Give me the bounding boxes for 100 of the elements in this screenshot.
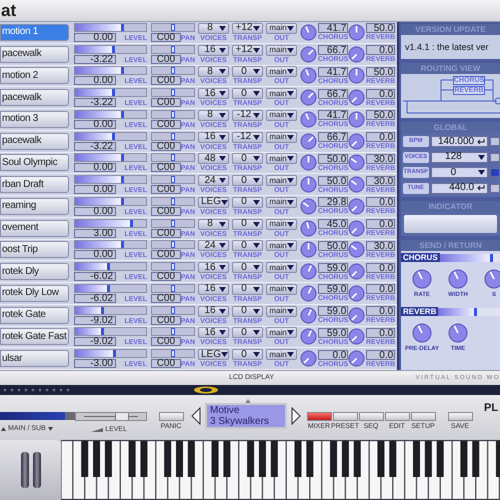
- knob[interactable]: [300, 284, 317, 302]
- pan-thumb[interactable]: [171, 67, 175, 74]
- knob[interactable]: [300, 198, 317, 215]
- out-dropdown[interactable]: main: [266, 22, 297, 34]
- pan-slider[interactable]: [151, 153, 195, 162]
- channel-name-button[interactable]: rban Draft: [0, 176, 69, 194]
- voices-dropdown[interactable]: 8: [198, 110, 229, 121]
- out-dropdown[interactable]: main: [266, 349, 297, 360]
- channel-name-button[interactable]: rotek Dly Low: [0, 284, 69, 302]
- voices-dropdown[interactable]: 16: [198, 284, 229, 295]
- out-dropdown[interactable]: main: [266, 327, 297, 338]
- pan-thumb[interactable]: [171, 350, 175, 358]
- pan-slider[interactable]: [151, 22, 195, 32]
- channel-name-button[interactable]: ovement: [0, 220, 69, 237]
- knob[interactable]: [348, 110, 365, 128]
- knob[interactable]: [300, 350, 317, 368]
- knob[interactable]: [300, 241, 317, 258]
- pan-thumb[interactable]: [171, 241, 175, 248]
- pan-slider[interactable]: [151, 262, 195, 272]
- knob[interactable]: [300, 67, 317, 84]
- global-field[interactable]: 128: [430, 152, 488, 163]
- knob[interactable]: [348, 220, 365, 237]
- out-dropdown[interactable]: main: [266, 306, 297, 317]
- knob[interactable]: [484, 269, 500, 289]
- level-thumb[interactable]: [114, 413, 128, 420]
- out-dropdown[interactable]: main: [266, 132, 297, 143]
- channel-name-button[interactable]: motion 3: [0, 110, 69, 128]
- channel-name-button[interactable]: reaming: [0, 198, 69, 215]
- level-slider[interactable]: [74, 66, 147, 76]
- pan-slider[interactable]: [151, 240, 195, 250]
- voices-dropdown[interactable]: 48: [198, 153, 229, 164]
- pan-slider[interactable]: [151, 349, 195, 358]
- knob[interactable]: [348, 46, 365, 63]
- knob[interactable]: [348, 24, 365, 41]
- level-slider[interactable]: [74, 110, 147, 119]
- knob[interactable]: [348, 67, 365, 84]
- level-slider[interactable]: [75, 412, 147, 421]
- knob[interactable]: [300, 263, 317, 280]
- transp-dropdown[interactable]: 0: [232, 284, 263, 295]
- voices-dropdown[interactable]: 8: [198, 218, 229, 230]
- voices-dropdown[interactable]: LEG: [198, 196, 229, 208]
- channel-name-button[interactable]: motion 1: [0, 24, 69, 41]
- transp-dropdown[interactable]: 0: [232, 306, 263, 317]
- level-slider[interactable]: [74, 175, 147, 184]
- knob[interactable]: [348, 198, 365, 215]
- out-dropdown[interactable]: main: [266, 110, 297, 121]
- channel-name-button[interactable]: oost Trip: [0, 241, 69, 258]
- global-field[interactable]: 440.0: [430, 182, 488, 194]
- knob[interactable]: [300, 176, 317, 194]
- channel-name-button[interactable]: ulsar: [0, 350, 69, 368]
- level-slider[interactable]: [74, 284, 147, 293]
- level-slider[interactable]: [74, 132, 147, 141]
- pan-slider[interactable]: [151, 132, 195, 141]
- knob[interactable]: [448, 323, 468, 343]
- wheel-control[interactable]: [20, 452, 28, 488]
- channel-name-button[interactable]: rotek Dly: [0, 263, 69, 280]
- voices-dropdown[interactable]: 16: [198, 306, 229, 317]
- knob[interactable]: [348, 89, 365, 106]
- knob[interactable]: [300, 132, 317, 150]
- pan-slider[interactable]: [151, 175, 195, 184]
- pan-slider[interactable]: [151, 218, 195, 228]
- previous-button[interactable]: [191, 407, 201, 425]
- out-dropdown[interactable]: main: [266, 240, 297, 252]
- knob[interactable]: [348, 263, 365, 280]
- channel-name-button[interactable]: rotek Gate Fast: [0, 328, 69, 346]
- knob[interactable]: [300, 46, 317, 63]
- out-dropdown[interactable]: main: [266, 175, 297, 186]
- pan-thumb[interactable]: [171, 46, 175, 53]
- level-slider[interactable]: [74, 306, 147, 315]
- transp-dropdown[interactable]: 0: [232, 218, 263, 230]
- pan-thumb[interactable]: [171, 89, 175, 96]
- voices-dropdown[interactable]: LEG: [198, 349, 229, 360]
- transp-dropdown[interactable]: 0: [232, 240, 263, 252]
- channel-name-button[interactable]: pacewalk: [0, 46, 69, 63]
- knob[interactable]: [300, 110, 317, 128]
- pan-thumb[interactable]: [171, 176, 175, 184]
- voices-dropdown[interactable]: 24: [198, 175, 229, 186]
- out-dropdown[interactable]: main: [266, 153, 297, 164]
- knob[interactable]: [300, 154, 317, 172]
- knob[interactable]: [348, 284, 365, 302]
- level-slider[interactable]: [74, 262, 147, 272]
- pan-slider[interactable]: [151, 66, 195, 76]
- voices-dropdown[interactable]: 8: [198, 22, 229, 34]
- pan-thumb[interactable]: [171, 328, 175, 336]
- pan-thumb[interactable]: [171, 132, 175, 140]
- knob[interactable]: [412, 323, 432, 343]
- pan-slider[interactable]: [151, 110, 195, 119]
- pan-thumb[interactable]: [171, 306, 175, 314]
- knob[interactable]: [300, 306, 317, 324]
- transp-dropdown[interactable]: 0: [232, 196, 263, 208]
- transp-dropdown[interactable]: -12: [232, 132, 263, 143]
- voices-dropdown[interactable]: 16: [198, 327, 229, 338]
- pan-thumb[interactable]: [171, 154, 175, 162]
- knob[interactable]: [448, 269, 468, 289]
- next-button[interactable]: [291, 407, 301, 425]
- level-slider[interactable]: [74, 349, 147, 358]
- transp-dropdown[interactable]: 0: [232, 66, 263, 78]
- channel-name-button[interactable]: Soul Olympic: [0, 154, 69, 172]
- out-dropdown[interactable]: main: [266, 284, 297, 295]
- level-slider[interactable]: [74, 240, 147, 250]
